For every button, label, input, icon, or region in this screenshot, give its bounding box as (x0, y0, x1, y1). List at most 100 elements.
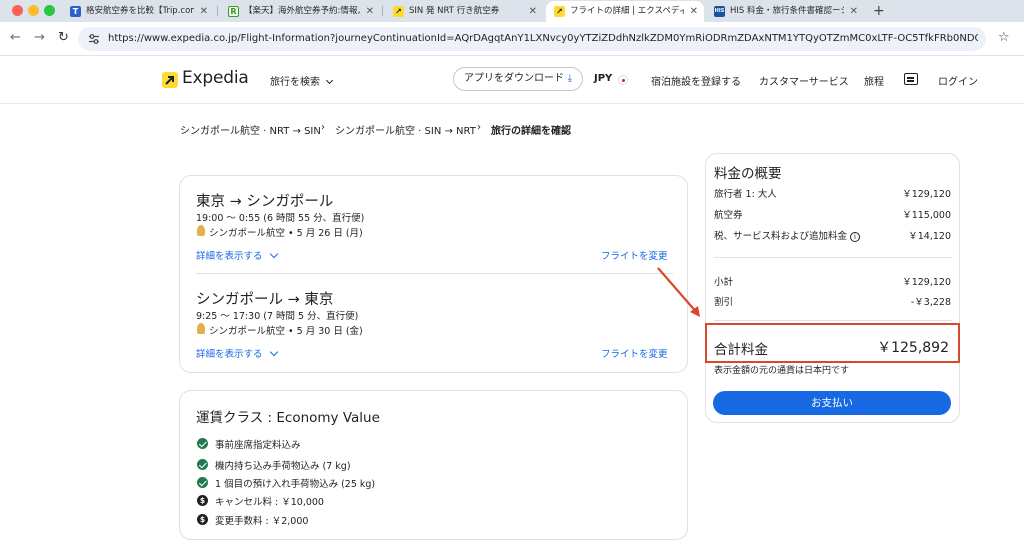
tab-close-icon[interactable]: ✕ (366, 1, 374, 22)
tax-label: 税、サービス料および追加料金 (714, 231, 848, 242)
tab-title: フライトの詳細 | エクスペディア (570, 6, 684, 16)
customer-service-link[interactable]: カスタマーサービス (759, 73, 849, 88)
airline-logo-icon (197, 225, 205, 236)
trips-link[interactable]: 旅程 (864, 73, 884, 88)
zoom-window-button[interactable] (44, 5, 55, 16)
ticket-label: 航空券 (714, 210, 743, 221)
site-settings-icon[interactable] (88, 33, 100, 45)
checkmark-icon (197, 477, 208, 488)
tab-rakuten[interactable]: R 【楽天】海外航空券予約:情報入力 ✕ (220, 1, 380, 22)
return-details-link[interactable]: 詳細を表示する (196, 346, 278, 360)
fare-feature: 1 個目の預け入れ手荷物込み (25 kg) (215, 479, 376, 490)
currency-selector[interactable]: JPY (594, 73, 612, 84)
fee-icon: $ (197, 514, 208, 525)
subtotal-label: 小計 (714, 277, 734, 288)
list-property-link[interactable]: 宿泊施設を登録する (651, 73, 741, 88)
tab-close-icon[interactable]: ✕ (200, 1, 208, 22)
info-icon[interactable]: i (850, 232, 861, 242)
forward-icon[interactable]: → (34, 30, 45, 45)
fare-class-card: 運賃クラス : Economy Value 事前座席指定料込み 機内持ち込み手荷… (179, 390, 688, 540)
fare-feature: 事前座席指定料込み (215, 440, 301, 451)
details-link-label: 詳細を表示する (196, 251, 263, 262)
outbound-route: 東京 → シンガポール (196, 194, 334, 210)
new-tab-icon[interactable]: + (873, 0, 885, 22)
breadcrumb-outbound[interactable]: シンガポール航空 · NRT → SIN (180, 122, 321, 137)
tab-sin-nrt[interactable]: ↗ SIN 発 NRT 行き航空券 ✕ (385, 1, 543, 22)
outbound-change-flight-link[interactable]: フライトを変更 (601, 248, 668, 262)
address-bar[interactable]: https://www.expedia.co.jp/Flight-Informa… (78, 27, 986, 51)
browser-tab-bar: T 格安航空券を比較【Trip.com】 ✕ R 【楽天】海外航空券予約:情報入… (0, 0, 1024, 22)
minimize-window-button[interactable] (28, 5, 39, 16)
subtotal-value: ￥129,120 (902, 277, 951, 288)
app-download-label: アプリをダウンロード (464, 73, 564, 84)
traveler-value: ￥129,120 (902, 189, 951, 200)
price-divider (714, 320, 952, 321)
discount-value: -￥3,228 (910, 297, 951, 308)
airline-logo-icon (197, 323, 205, 334)
tab-title: 格安航空券を比較【Trip.com】 (86, 6, 194, 16)
tab-flight-details[interactable]: ↗ フライトの詳細 | エクスペディア ✕ (546, 1, 704, 22)
tab-close-icon[interactable]: ✕ (529, 1, 537, 22)
browser-toolbar: ← → ↻ https://www.expedia.co.jp/Flight-I… (0, 22, 1024, 56)
back-icon[interactable]: ← (10, 30, 21, 45)
tax-row-label: 税、サービス料および追加料金 i (714, 228, 861, 242)
rakuten-favicon-icon: R (228, 6, 239, 17)
annotation-arrow-icon (657, 267, 700, 317)
expedia-logo-icon[interactable] (162, 72, 178, 88)
tab-close-icon[interactable]: ✕ (850, 1, 858, 22)
tab-title: 【楽天】海外航空券予約:情報入力 (244, 6, 360, 16)
reload-icon[interactable]: ↻ (58, 30, 69, 45)
outbound-time: 19:00 〜 0:55 (6 時間 55 分、直行便) (196, 213, 365, 224)
price-summary-title: 料金の概要 (714, 166, 782, 182)
cancellation-fee: キャンセル料 : ￥10,000 (215, 497, 324, 508)
change-fee: 変更手数料 : ￥2,000 (215, 516, 309, 527)
flights-card: 東京 → シンガポール 19:00 〜 0:55 (6 時間 55 分、直行便)… (179, 175, 688, 373)
details-link-label: 詳細を表示する (196, 349, 263, 360)
ticket-value: ￥115,000 (902, 210, 951, 221)
url-text: https://www.expedia.co.jp/Flight-Informa… (108, 33, 978, 44)
breadcrumb-current: 旅行の詳細を確認 (491, 126, 571, 137)
fare-feature: 機内持ち込み手荷物込み (7 kg) (215, 461, 351, 472)
search-travel-label: 旅行を検索 (270, 77, 320, 88)
breadcrumb-separator-icon: › (477, 122, 481, 133)
chat-icon[interactable] (904, 73, 918, 85)
tab-title: HIS 料金・旅行条件書確認ーシン (730, 6, 844, 16)
currency-note: 表示金額の元の通貨は日本円です (714, 366, 850, 376)
login-link[interactable]: ログイン (938, 73, 978, 88)
his-favicon-icon: HIS (714, 6, 725, 17)
bookmark-star-icon[interactable]: ☆ (998, 30, 1010, 45)
return-time: 9:25 〜 17:30 (7 時間 5 分、直行便) (196, 311, 359, 322)
app-download-button[interactable]: アプリをダウンロード ⤓ (453, 67, 583, 91)
traveler-label: 旅行者 1: 大人 (714, 189, 777, 200)
breadcrumb-return[interactable]: シンガポール航空 · SIN → NRT (335, 122, 476, 137)
breadcrumb-separator-icon: › (321, 122, 325, 133)
return-route: シンガポール → 東京 (196, 292, 334, 308)
site-header: Expedia 旅行を検索 アプリをダウンロード ⤓ JPY 宿泊施設を登録する… (0, 56, 1024, 104)
tab-close-icon[interactable]: ✕ (690, 1, 698, 22)
download-icon: ⤓ (567, 73, 572, 84)
pay-button[interactable]: お支払い (713, 391, 951, 415)
tax-value: ￥14,120 (908, 231, 951, 242)
price-summary-card: 料金の概要 旅行者 1: 大人 ￥129,120 航空券 ￥115,000 税、… (705, 153, 960, 423)
search-travel-menu[interactable]: 旅行を検索 (270, 73, 334, 88)
total-highlight-box (705, 323, 960, 363)
tab-his[interactable]: HIS HIS 料金・旅行条件書確認ーシン ✕ (706, 1, 864, 22)
tab-title: SIN 発 NRT 行き航空券 (409, 6, 500, 16)
return-change-flight-link[interactable]: フライトを変更 (601, 346, 668, 360)
expedia-logo[interactable]: Expedia (182, 68, 249, 88)
japan-flag-icon[interactable] (618, 75, 628, 85)
chevron-down-icon (269, 347, 278, 357)
chevron-down-icon (326, 76, 334, 85)
discount-label: 割引 (714, 297, 734, 308)
outbound-details-link[interactable]: 詳細を表示する (196, 248, 278, 262)
trip-favicon-icon: T (70, 6, 81, 17)
close-window-button[interactable] (12, 5, 23, 16)
checkmark-icon (197, 459, 208, 470)
outbound-airline-date: シンガポール航空 • 5 月 26 日 (月) (209, 228, 363, 239)
price-divider (714, 257, 952, 258)
tab-trip[interactable]: T 格安航空券を比較【Trip.com】 ✕ (62, 1, 214, 22)
flight-divider (196, 273, 673, 274)
fare-class-title: 運賃クラス : Economy Value (196, 410, 380, 426)
fee-icon: $ (197, 495, 208, 506)
expedia-favicon-icon: ↗ (554, 6, 565, 17)
